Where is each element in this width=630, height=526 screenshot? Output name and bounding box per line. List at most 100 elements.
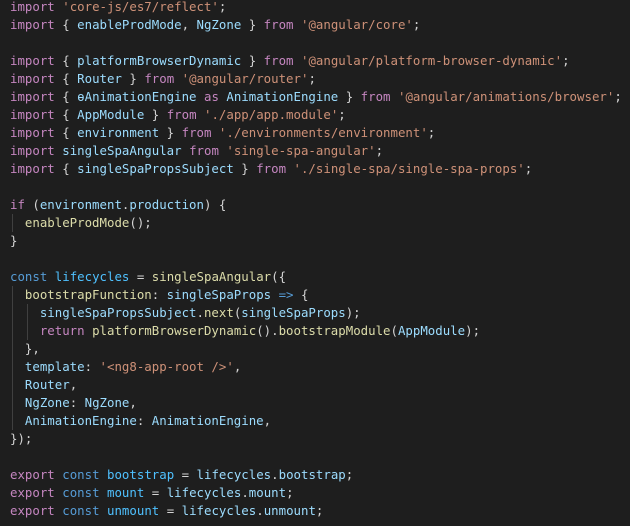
code-token: singleSpaProps	[166, 287, 272, 302]
code-token: platformBrowserDynamic	[77, 53, 242, 68]
code-token: }	[241, 17, 264, 32]
code-token: AppModule	[397, 323, 466, 338]
code-token: singleSpaPropsSubject	[77, 161, 234, 176]
code-token: =	[174, 467, 197, 482]
code-token: template	[24, 359, 85, 374]
code-token: ,	[263, 413, 272, 428]
code-token: import	[10, 53, 55, 68]
code-token: from	[144, 71, 175, 86]
code-token: .	[241, 485, 249, 500]
code-token: ɵAnimationEngine	[77, 89, 197, 104]
code-token: enableProdMode	[77, 17, 182, 32]
code-token: (	[390, 323, 398, 338]
code-token: );	[465, 323, 481, 338]
code-token: 'single-spa-angular'	[226, 143, 376, 158]
code-token: );	[345, 305, 361, 320]
code-line: import { singleSpaPropsSubject } from '.…	[10, 160, 630, 178]
code-line: import { ɵAnimationEngine as AnimationEn…	[10, 88, 630, 106]
code-token: :	[151, 287, 167, 302]
code-token: from	[181, 125, 212, 140]
code-line: Router,	[10, 376, 630, 394]
code-line: import { enableProdMode, NgZone } from '…	[10, 16, 630, 34]
code-token: import	[10, 143, 55, 158]
code-token: =>	[278, 287, 294, 302]
code-token: }	[241, 53, 264, 68]
code-token: ;	[218, 0, 227, 14]
code-token: });	[10, 431, 33, 446]
code-token: from	[189, 143, 219, 158]
code-token: './single-spa/single-spa-props'	[293, 161, 525, 176]
code-token: lifecycles	[54, 269, 130, 284]
code-token: :	[69, 395, 85, 410]
code-line: bootstrapFunction: singleSpaProps => {	[10, 286, 630, 304]
code-token: singleSpaProps	[241, 305, 346, 320]
code-token: NgZone	[24, 395, 70, 410]
code-token: }	[338, 89, 361, 104]
code-line: export const unmount = lifecycles.unmoun…	[10, 502, 630, 520]
code-line: AnimationEngine: AnimationEngine,	[10, 412, 630, 430]
indent-guide	[12, 358, 13, 376]
code-token: bootstrap	[107, 467, 175, 482]
code-token: ;	[412, 17, 421, 32]
code-token: ;	[562, 53, 570, 68]
code-token: unmount	[263, 503, 316, 518]
code-token: NgZone	[84, 395, 130, 410]
code-line: if (environment.production) {	[10, 196, 630, 214]
code-token: './environments/environment'	[218, 125, 428, 140]
code-token: return	[39, 323, 85, 338]
code-token: Router	[77, 71, 122, 86]
code-token: {	[54, 53, 78, 68]
code-token: {	[54, 17, 78, 32]
code-line: import { AppModule } from './app/app.mod…	[10, 106, 630, 124]
code-token: next	[203, 305, 234, 320]
code-token: export	[10, 503, 55, 518]
code-token: ,	[181, 17, 197, 32]
code-token: ) {	[203, 197, 227, 212]
code-token: ;	[524, 161, 533, 176]
code-token: from	[360, 89, 391, 104]
indent-guide	[26, 304, 28, 322]
code-token: const	[62, 467, 100, 482]
code-line: });	[10, 430, 630, 448]
code-token: import	[10, 0, 55, 14]
code-line: import singleSpaAngular from 'single-spa…	[10, 142, 630, 160]
code-token: .	[196, 305, 204, 320]
code-token: bootstrap	[278, 467, 346, 482]
code-token: '<ng8-app-root />'	[99, 359, 234, 374]
code-token: import	[10, 17, 55, 32]
code-token: ();	[129, 215, 152, 230]
code-token: mount	[248, 485, 287, 500]
code-token: '@angular/platform-browser-dynamic'	[300, 53, 563, 68]
code-token: {	[293, 287, 309, 302]
code-token: from	[263, 17, 294, 32]
code-token: './app/app.module'	[204, 107, 339, 122]
indent-guide	[12, 214, 13, 232]
code-token: },	[10, 341, 40, 356]
code-token: :	[136, 413, 152, 428]
indent-guide	[12, 286, 13, 304]
code-token: enableProdMode	[24, 215, 130, 230]
code-token: singleSpaPropsSubject	[39, 305, 197, 320]
code-token: export	[10, 467, 55, 482]
code-token: ;	[375, 143, 384, 158]
indent-guide	[12, 340, 13, 358]
code-token: import	[10, 89, 55, 104]
code-editor[interactable]: import 'core-js/es7/reflect'; import { en…	[0, 0, 630, 526]
indent-guide	[12, 376, 13, 394]
code-token: =	[144, 485, 167, 500]
code-line: enableProdMode();	[10, 214, 630, 232]
code-token: }	[121, 71, 145, 86]
code-token: }	[233, 161, 257, 176]
code-token: ;	[338, 107, 346, 122]
